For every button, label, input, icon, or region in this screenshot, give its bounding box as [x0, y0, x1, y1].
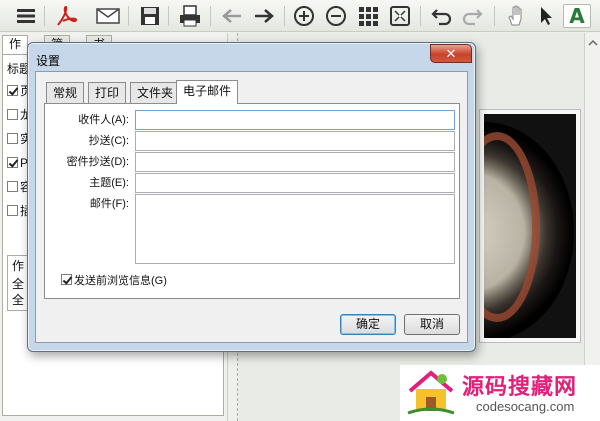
pointer-icon[interactable] [534, 4, 558, 28]
redo-icon[interactable] [460, 4, 484, 28]
zoom-in-icon[interactable] [292, 4, 316, 28]
tab-jobs[interactable]: 作业 [2, 35, 29, 67]
checkbox[interactable] [7, 157, 18, 168]
checkbox[interactable] [7, 133, 18, 144]
checkbox[interactable] [7, 109, 18, 120]
cc-field[interactable] [135, 131, 455, 151]
preview-option[interactable]: 发送前浏览信息(G) [61, 274, 167, 288]
bcc-field[interactable] [135, 152, 455, 172]
checkbox[interactable] [7, 85, 18, 96]
email-tab-panel: 收件人(A): 抄送(C): 密件抄送(D): 主题(E): 邮件(F): 发送… [44, 103, 460, 299]
watermark: 源码搜藏网 codesocang.com [400, 365, 600, 421]
vertical-scrollbar[interactable] [584, 33, 600, 421]
grid-icon[interactable] [356, 4, 380, 28]
menu-icon[interactable] [14, 4, 38, 28]
dialog-client: 常规 打印 文件夹 电子邮件 收件人(A): 抄送(C): 密件抄送(D): 主… [35, 71, 468, 343]
zoom-out-icon[interactable] [324, 4, 348, 28]
page-thumbnail[interactable] [479, 109, 581, 343]
tab-email[interactable]: 电子邮件 [176, 80, 239, 104]
subject-label: 主题(E): [89, 177, 129, 189]
preview-checkbox[interactable] [61, 274, 72, 285]
body-field[interactable] [135, 194, 455, 264]
back-icon[interactable] [220, 4, 244, 28]
text-icon[interactable]: A [563, 4, 591, 28]
hand-icon[interactable] [504, 4, 528, 28]
close-button[interactable]: ✕ [430, 44, 472, 63]
tab-general[interactable]: 常规 [46, 82, 85, 103]
preview-checkbox-label: 发送前浏览信息(G) [74, 275, 167, 287]
subject-field[interactable] [135, 173, 455, 193]
body-label: 邮件(F): [89, 198, 129, 210]
close-icon: ✕ [445, 45, 457, 61]
house-logo-icon [407, 370, 455, 415]
fit-icon[interactable] [388, 4, 412, 28]
print-icon[interactable] [178, 4, 202, 28]
cancel-button[interactable]: 取消 [404, 314, 460, 335]
to-field[interactable] [135, 110, 455, 130]
list-item[interactable]: 全 [12, 292, 24, 308]
dialog-title: 设置 [36, 54, 61, 68]
checkbox[interactable] [7, 205, 18, 216]
group-label: 作 [12, 259, 25, 273]
mail-icon[interactable] [96, 4, 120, 28]
main-toolbar: A [0, 0, 600, 32]
bcc-label: 密件抄送(D): [66, 156, 129, 168]
forward-icon[interactable] [252, 4, 276, 28]
save-icon[interactable] [138, 4, 162, 28]
watermark-url: codesocang.com [476, 399, 575, 414]
scroll-up-icon [588, 39, 598, 46]
to-label: 收件人(A): [78, 114, 129, 126]
pdf-icon[interactable] [54, 4, 78, 28]
tab-folder[interactable]: 文件夹 [130, 82, 181, 103]
watermark-title: 源码搜藏网 [462, 375, 578, 400]
undo-icon[interactable] [430, 4, 454, 28]
checkbox[interactable] [7, 181, 18, 192]
list-item[interactable]: 全 [12, 276, 24, 292]
tab-print[interactable]: 打印 [88, 82, 127, 103]
settings-dialog: 设置 ✕ 常规 打印 文件夹 电子邮件 收件人(A): 抄送(C): 密件抄送(… [27, 42, 476, 352]
cc-label: 抄送(C): [88, 135, 129, 147]
option-row[interactable]: P [7, 155, 28, 171]
ok-button[interactable]: 确定 [340, 314, 396, 335]
